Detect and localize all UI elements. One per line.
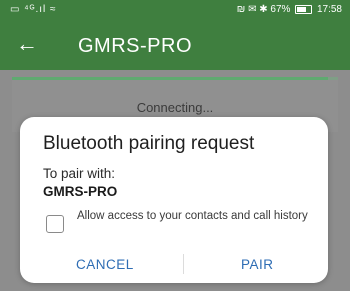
status-bar: ▭ ⁴ᴳ.ıl ≈ ₪ ✉ ✱ 67% 17:58 — [0, 0, 350, 22]
app-bar: ← GMRS-PRO — [0, 22, 350, 70]
cancel-button[interactable]: CANCEL — [76, 257, 134, 272]
battery-icon — [295, 4, 313, 14]
signal-icons: ▭ ⁴ᴳ.ıl ≈ — [10, 4, 57, 15]
app-title: GMRS-PRO — [78, 35, 192, 57]
checkbox-label[interactable]: Allow access to your contacts and call h… — [77, 210, 317, 223]
device-name: GMRS-PRO — [43, 184, 118, 199]
contacts-access-checkbox[interactable] — [46, 215, 64, 233]
dialog-title: Bluetooth pairing request — [43, 133, 255, 154]
status-right: ₪ ✉ ✱ 67% 17:58 — [237, 4, 342, 15]
pair-with-label: To pair with: — [43, 166, 116, 181]
clock: 17:58 — [316, 4, 342, 15]
button-divider — [183, 254, 184, 274]
connecting-text: Connecting... — [136, 100, 214, 115]
back-arrow-icon[interactable]: ← — [16, 33, 38, 55]
status-icons: ₪ ✉ ✱ 67% — [236, 4, 291, 15]
pair-button[interactable]: PAIR — [241, 257, 274, 272]
pairing-dialog: Bluetooth pairing request To pair with: … — [20, 117, 328, 283]
